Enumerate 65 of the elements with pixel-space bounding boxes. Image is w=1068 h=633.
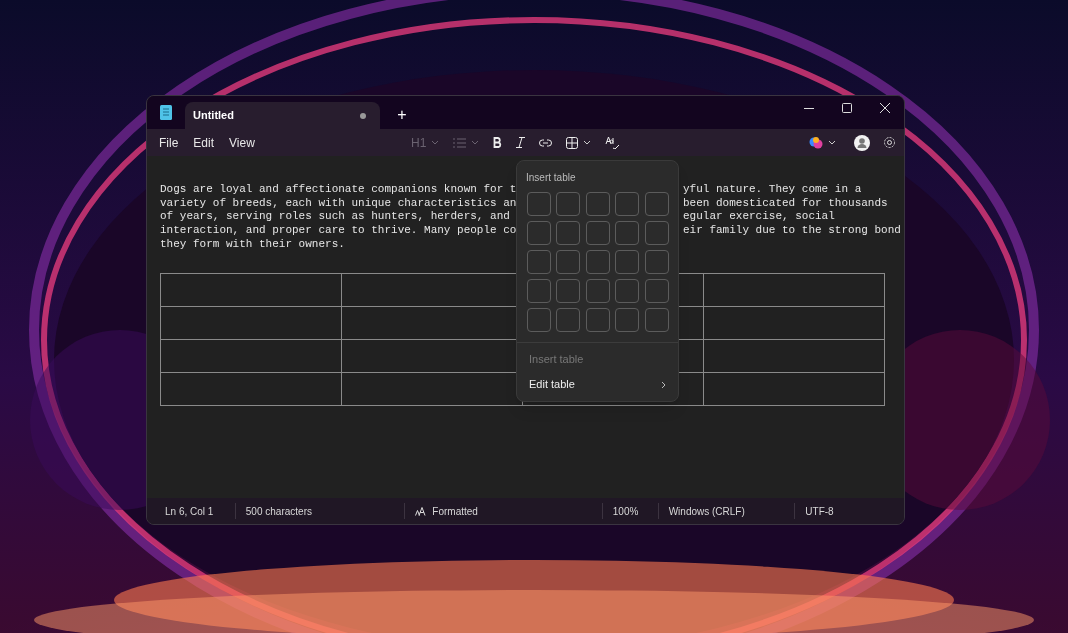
text-line: variety of breeds, each with unique characteristics an — [160, 196, 517, 209]
chevron-down-icon — [471, 140, 480, 145]
menu-item[interactable]: View — [225, 131, 259, 154]
menu-item[interactable]: Edit — [189, 131, 219, 154]
maximize-icon[interactable] — [842, 103, 852, 113]
status-text: Windows (CRLF) — [668, 504, 745, 519]
settings-icon[interactable] — [883, 136, 896, 149]
table-size-cell[interactable] — [556, 192, 581, 216]
document-tab[interactable]: Untitled — [185, 102, 380, 129]
text-line: egular exercise, social — [683, 210, 835, 225]
sparkle-logo-icon[interactable] — [809, 135, 823, 150]
table-size-cell[interactable] — [585, 308, 610, 332]
table-size-cell[interactable] — [527, 279, 551, 303]
link-icon[interactable] — [539, 138, 553, 147]
new-tab-button[interactable]: + — [388, 104, 416, 126]
table-size-cell[interactable] — [585, 279, 610, 303]
chevron-down-icon — [828, 140, 836, 145]
table-size-cell[interactable] — [615, 192, 640, 216]
status-text: Ln 6, Col 1 — [165, 504, 214, 519]
status-text: Formatted — [432, 504, 478, 519]
table-size-cell[interactable] — [644, 279, 669, 303]
table-size-cell[interactable] — [644, 250, 669, 274]
table-size-cell[interactable] — [615, 308, 640, 332]
table-size-cell[interactable] — [527, 308, 551, 332]
table-size-cell[interactable] — [644, 308, 669, 332]
menu-item[interactable]: File — [155, 131, 183, 154]
table-size-cell[interactable] — [644, 221, 669, 245]
table-size-cell[interactable] — [527, 192, 551, 216]
text-line: been domesticated for thousands — [683, 196, 888, 211]
chevron-right-icon — [661, 380, 666, 389]
table-size-cell[interactable] — [615, 279, 640, 303]
table-size-cell[interactable] — [527, 221, 551, 245]
table-size-cell[interactable] — [556, 221, 581, 245]
table-icon[interactable] — [566, 136, 579, 149]
bold-icon[interactable] — [493, 137, 503, 148]
table-size-cell[interactable] — [585, 250, 610, 274]
popup-title: Insert table — [526, 171, 576, 185]
minimize-icon[interactable] — [804, 107, 814, 109]
text-line: they form with their owners. — [160, 237, 345, 250]
table-size-cell[interactable] — [615, 221, 640, 245]
text-line: of years, serving roles such as hunters, herders, and — [160, 210, 510, 223]
text-line: yful nature. They come in a — [683, 183, 862, 197]
table-size-cell[interactable] — [585, 221, 610, 245]
spellcheck-icon[interactable] — [605, 136, 620, 149]
font-size-icon — [415, 506, 427, 516]
text-line: Dogs are loyal and affectionate companions known for t — [160, 183, 517, 195]
table-size-cell[interactable] — [556, 308, 581, 332]
account-avatar-icon[interactable] — [854, 134, 870, 151]
text-line: eir family due to the strong bond — [683, 224, 901, 238]
chevron-down-icon — [431, 140, 440, 145]
table-size-cell[interactable] — [556, 250, 581, 274]
table-size-cell[interactable] — [585, 192, 610, 216]
table-size-cell[interactable] — [644, 192, 669, 216]
list-icon[interactable] — [453, 137, 467, 148]
status-text: 500 characters — [245, 504, 312, 519]
table-size-cell[interactable] — [556, 279, 581, 303]
table-size-cell[interactable] — [615, 250, 640, 274]
status-text: 100% — [612, 504, 639, 519]
text-line: interaction, and proper care to thrive. Many people co — [160, 224, 517, 237]
chevron-down-icon — [583, 140, 592, 145]
status-text: UTF-8 — [805, 504, 834, 519]
italic-icon[interactable] — [516, 137, 526, 148]
table-size-cell[interactable] — [527, 250, 551, 274]
close-icon[interactable] — [880, 103, 890, 113]
notepad-icon — [160, 105, 172, 120]
